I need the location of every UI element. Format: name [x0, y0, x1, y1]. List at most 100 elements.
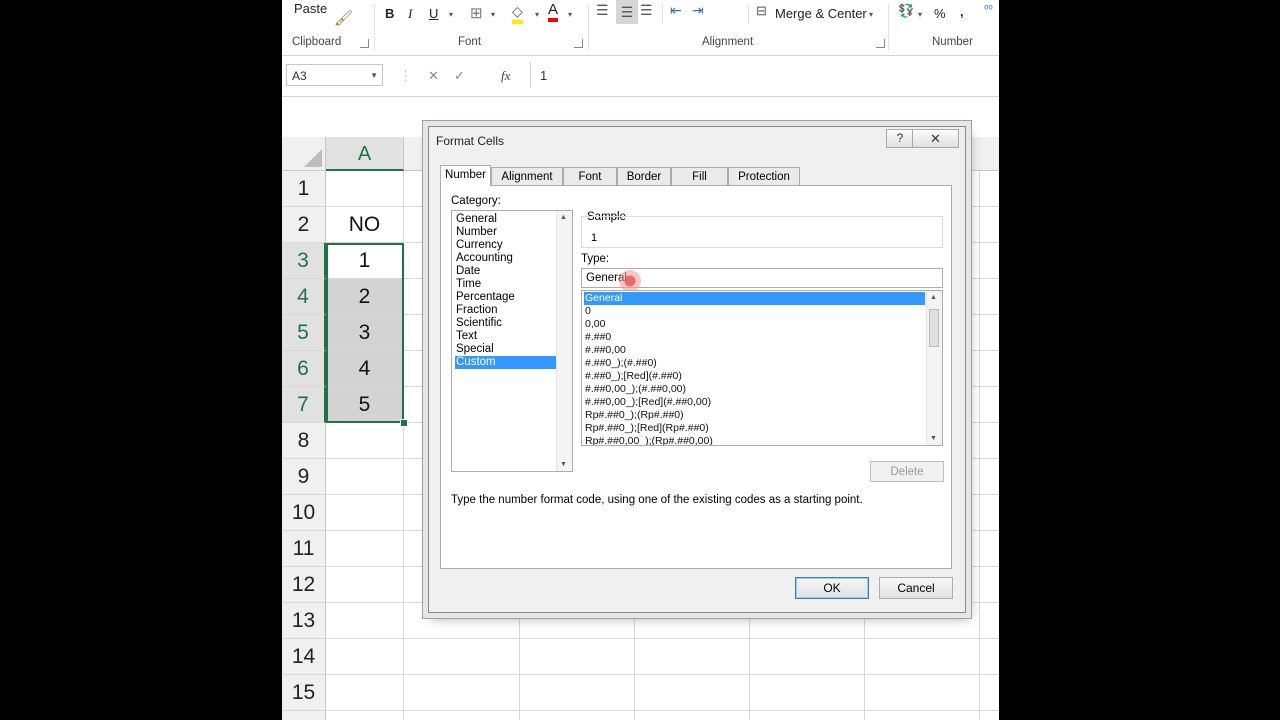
bold-button[interactable]: B: [385, 6, 394, 21]
cell-a14[interactable]: [326, 639, 404, 675]
category-item[interactable]: Text: [455, 330, 556, 343]
name-box-dropdown-icon[interactable]: ▼: [370, 65, 378, 87]
format-code-item[interactable]: Rp#.##0,00_);(Rp#.##0,00): [584, 435, 925, 445]
format-painter-icon[interactable]: 🖌: [334, 9, 353, 27]
cell-a3[interactable]: 1: [326, 243, 404, 279]
cell-a2[interactable]: NO: [326, 207, 404, 243]
row-header[interactable]: 3: [282, 243, 326, 279]
category-item[interactable]: Accounting: [455, 252, 556, 265]
format-code-list[interactable]: General 0 0,00 #.##0 #.##0,00 #.##0_);(#.##0)…: [581, 290, 943, 446]
alignment-launcher-icon[interactable]: launch: [876, 39, 885, 48]
delete-button[interactable]: Delete: [870, 461, 944, 482]
row-header[interactable]: 13: [282, 603, 326, 639]
format-scrollbar[interactable]: ▲ ▼: [926, 291, 942, 445]
category-item[interactable]: Time: [455, 278, 556, 291]
row-header[interactable]: 7: [282, 387, 326, 423]
cell-a9[interactable]: [326, 459, 404, 495]
scroll-down-icon[interactable]: ▼: [930, 435, 937, 442]
select-all-corner[interactable]: [282, 137, 326, 171]
cell-a15[interactable]: [326, 675, 404, 711]
cell-a8[interactable]: [326, 423, 404, 459]
format-code-item[interactable]: 0,00: [584, 318, 925, 331]
row-header[interactable]: 10: [282, 495, 326, 531]
category-item[interactable]: Date: [455, 265, 556, 278]
category-item[interactable]: Currency: [455, 239, 556, 252]
cancel-formula-icon[interactable]: ✕: [428, 68, 439, 84]
row-header[interactable]: 6: [282, 351, 326, 387]
cancel-button[interactable]: Cancel: [879, 577, 953, 599]
row-header[interactable]: 15: [282, 675, 326, 711]
row-header[interactable]: 12: [282, 567, 326, 603]
decrease-indent-icon[interactable]: ⇤: [670, 2, 682, 19]
tab-alignment[interactable]: Alignment: [491, 167, 563, 185]
cell-a6[interactable]: 4: [326, 351, 404, 387]
row-header[interactable]: 4: [282, 279, 326, 315]
cell-a5[interactable]: 3: [326, 315, 404, 351]
row-header[interactable]: 1: [282, 171, 326, 207]
insert-function-button[interactable]: fx: [501, 68, 510, 84]
font-color-icon[interactable]: A: [548, 2, 559, 22]
format-code-item[interactable]: 0: [584, 305, 925, 318]
category-item[interactable]: Number: [455, 226, 556, 239]
format-code-item[interactable]: Rp#.##0_);[Red](Rp#.##0): [584, 422, 925, 435]
align-left-icon[interactable]: ☰: [596, 2, 609, 19]
scroll-thumb[interactable]: [929, 309, 939, 347]
cell-a12[interactable]: [326, 567, 404, 603]
tab-font[interactable]: Font: [563, 167, 617, 185]
tab-fill[interactable]: Fill: [671, 167, 728, 185]
fill-handle[interactable]: [400, 419, 408, 427]
clipboard-launcher-icon[interactable]: launch: [360, 39, 369, 48]
row-header[interactable]: 16: [282, 711, 326, 720]
percent-style-button[interactable]: %: [934, 6, 946, 21]
ok-button[interactable]: OK: [795, 577, 869, 599]
accounting-format-icon[interactable]: 💱: [898, 3, 914, 19]
tab-protection[interactable]: Protection: [728, 167, 800, 185]
align-right-icon[interactable]: ☰: [640, 2, 653, 19]
comma-style-button[interactable]: ,: [960, 4, 964, 19]
format-code-item[interactable]: #.##0,00_);[Red](#.##0,00): [584, 396, 925, 409]
row-header[interactable]: 2: [282, 207, 326, 243]
underline-button[interactable]: U: [429, 6, 438, 21]
tab-border[interactable]: Border: [617, 167, 671, 185]
paste-button[interactable]: Paste: [294, 1, 327, 16]
accounting-dropdown-icon[interactable]: ▾: [918, 10, 922, 19]
format-code-item[interactable]: Rp#.##0_);(Rp#.##0): [584, 409, 925, 422]
font-color-dropdown-icon[interactable]: ▾: [568, 10, 572, 19]
cell-a4[interactable]: 2: [326, 279, 404, 315]
cell-a7[interactable]: 5: [326, 387, 404, 423]
column-header-a[interactable]: A: [326, 137, 404, 171]
close-button[interactable]: ✕: [912, 129, 959, 148]
italic-button[interactable]: I: [408, 6, 412, 22]
formula-input[interactable]: 1: [540, 68, 547, 83]
format-code-item[interactable]: #.##0: [584, 331, 925, 344]
format-code-item[interactable]: #.##0_);(#.##0): [584, 357, 925, 370]
underline-dropdown-icon[interactable]: ▾: [449, 10, 453, 19]
tab-number[interactable]: Number: [440, 165, 491, 186]
borders-dropdown-icon[interactable]: ▾: [491, 10, 495, 19]
category-item[interactable]: Percentage: [455, 291, 556, 304]
row-header[interactable]: 14: [282, 639, 326, 675]
cell-a13[interactable]: [326, 603, 404, 639]
cell-a11[interactable]: [326, 531, 404, 567]
format-code-item[interactable]: General: [584, 292, 925, 305]
merge-center-icon[interactable]: ⊟: [756, 3, 767, 19]
category-list[interactable]: General Number Currency Accounting Date Time P…: [451, 210, 573, 472]
row-header[interactable]: 11: [282, 531, 326, 567]
borders-icon[interactable]: ⊞: [470, 4, 483, 22]
cell-a16[interactable]: [326, 711, 404, 720]
merge-dropdown-icon[interactable]: ▾: [869, 10, 873, 19]
increase-indent-icon[interactable]: ⇥: [692, 2, 704, 19]
category-item[interactable]: Custom: [455, 356, 556, 369]
category-item[interactable]: Scientific: [455, 317, 556, 330]
scroll-down-icon[interactable]: ▼: [560, 461, 567, 468]
fill-color-dropdown-icon[interactable]: ▾: [535, 10, 539, 19]
scroll-up-icon[interactable]: ▲: [560, 214, 567, 221]
increase-decimal-icon[interactable]: ⁰⁰: [984, 3, 993, 16]
category-scrollbar[interactable]: ▲ ▼: [556, 211, 572, 471]
format-code-item[interactable]: #.##0,00_);(#.##0,00): [584, 383, 925, 396]
row-header[interactable]: 9: [282, 459, 326, 495]
merge-center-button[interactable]: Merge & Center: [775, 6, 867, 21]
enter-formula-icon[interactable]: ✓: [454, 68, 465, 84]
help-button[interactable]: ?: [886, 129, 914, 148]
category-item[interactable]: General: [455, 213, 556, 226]
